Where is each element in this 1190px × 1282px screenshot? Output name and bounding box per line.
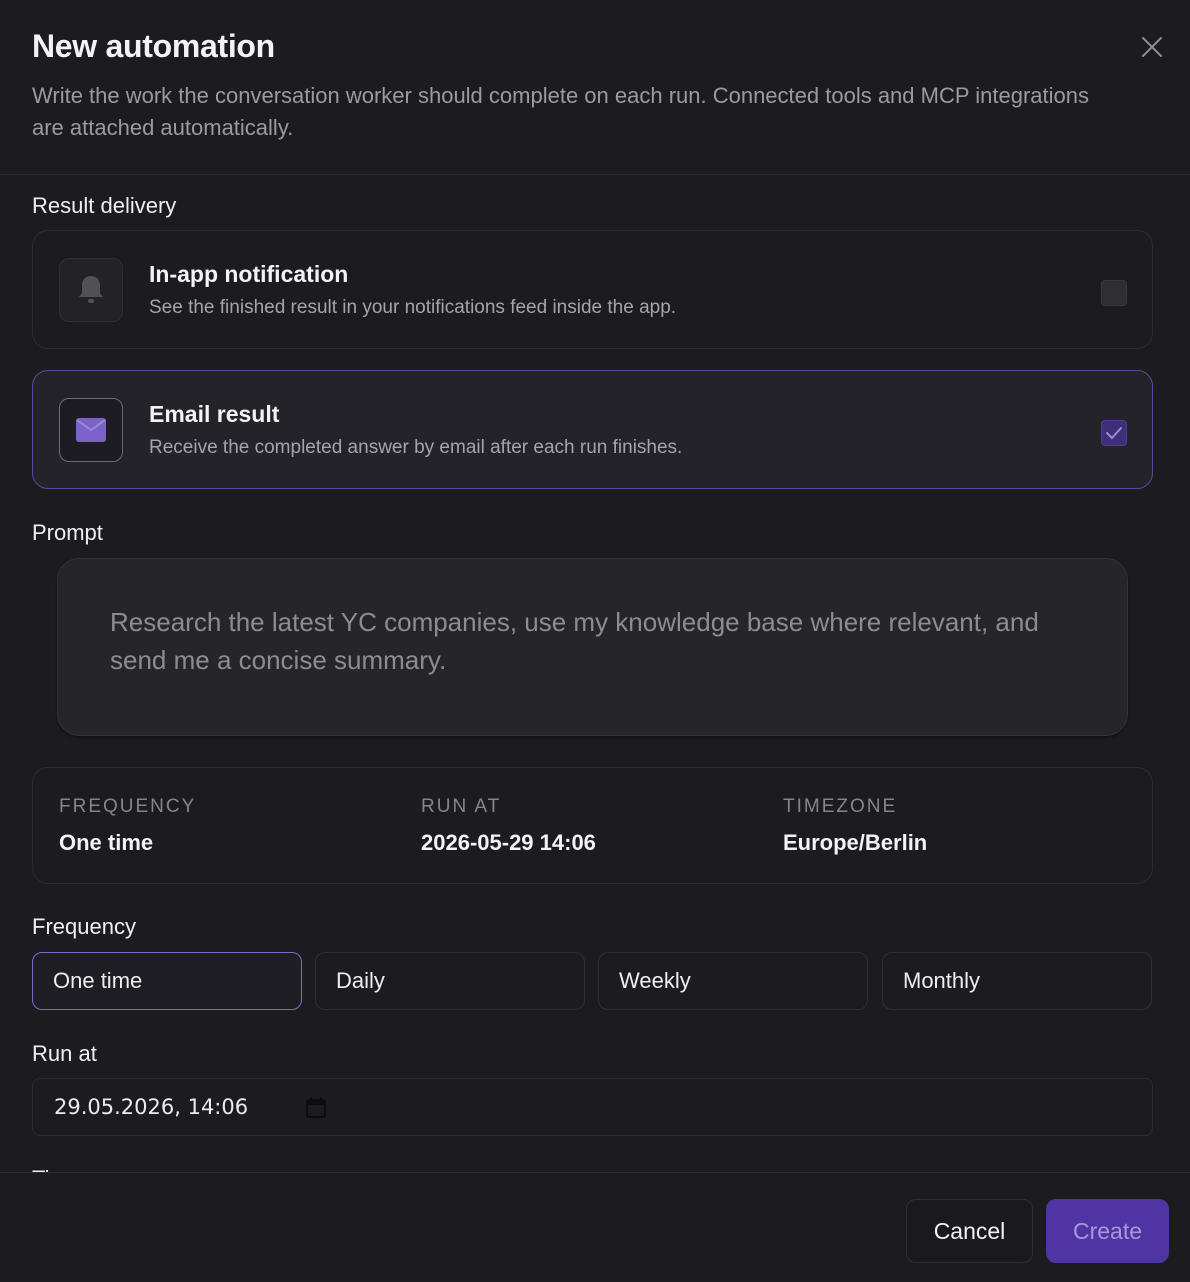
checkmark-icon — [1106, 427, 1122, 439]
create-button[interactable]: Create — [1046, 1199, 1169, 1263]
bell-icon — [79, 276, 103, 303]
calendar-picker-button[interactable] — [305, 1097, 329, 1119]
frequency-option-one-time[interactable]: One time — [32, 952, 302, 1010]
summary-heading: TIMEZONE — [783, 796, 898, 817]
close-icon — [1142, 37, 1162, 57]
frequency-label: Frequency — [32, 914, 136, 939]
run-at-datetime-input[interactable]: 29.05.2026, 14:06 — [32, 1078, 1153, 1136]
frequency-option-weekly[interactable]: Weekly — [598, 952, 868, 1010]
dialog-body[interactable]: Result delivery In-app notification See … — [0, 176, 1190, 1172]
dialog-header: New automation Write the work the conver… — [0, 0, 1190, 175]
delivery-option-in-app[interactable]: In-app notification See the finished res… — [32, 230, 1153, 349]
delivery-option-title: Email result — [149, 401, 280, 427]
new-automation-dialog: New automation Write the work the conver… — [0, 0, 1190, 1282]
calendar-icon — [306, 1097, 326, 1118]
delivery-option-email[interactable]: Email result Receive the completed answe… — [32, 370, 1153, 489]
summary-run-at: RUN AT 2026-05-29 14:06 — [421, 796, 596, 856]
prompt-label: Prompt — [32, 520, 103, 545]
delivery-option-description: See the finished result in your notifica… — [149, 297, 677, 318]
prompt-placeholder: Research the latest YC companies, use my… — [110, 607, 1039, 675]
summary-heading: RUN AT — [421, 796, 502, 817]
in-app-notification-checkbox[interactable] — [1101, 280, 1127, 306]
summary-frequency: FREQUENCY One time — [59, 796, 196, 856]
cancel-button[interactable]: Cancel — [906, 1199, 1033, 1263]
run-at-value: 29.05.2026, 14:06 — [54, 1095, 249, 1119]
result-delivery-label: Result delivery — [32, 193, 177, 218]
summary-value: 2026-05-29 14:06 — [421, 830, 596, 855]
frequency-option-monthly[interactable]: Monthly — [882, 952, 1152, 1010]
summary-value: One time — [59, 830, 154, 855]
dialog-footer: Cancel Create — [0, 1172, 1190, 1282]
summary-heading: FREQUENCY — [59, 796, 197, 817]
dialog-subtitle: Write the work the conversation worker s… — [32, 83, 1089, 140]
prompt-textarea[interactable]: Research the latest YC companies, use my… — [57, 558, 1128, 736]
delivery-option-description: Receive the completed answer by email af… — [149, 437, 683, 458]
dialog-title: New automation — [32, 28, 275, 64]
schedule-summary: FREQUENCY One time RUN AT 2026-05-29 14:… — [32, 767, 1153, 884]
bell-icon-container — [59, 258, 123, 322]
delivery-option-title: In-app notification — [149, 261, 349, 287]
envelope-icon-container — [59, 398, 123, 462]
run-at-label: Run at — [32, 1041, 97, 1066]
email-result-checkbox[interactable] — [1101, 420, 1127, 446]
summary-value: Europe/Berlin — [783, 830, 928, 855]
envelope-icon — [76, 418, 106, 442]
summary-timezone: TIMEZONE Europe/Berlin — [783, 796, 927, 856]
close-button[interactable] — [1136, 31, 1168, 63]
frequency-option-daily[interactable]: Daily — [315, 952, 585, 1010]
